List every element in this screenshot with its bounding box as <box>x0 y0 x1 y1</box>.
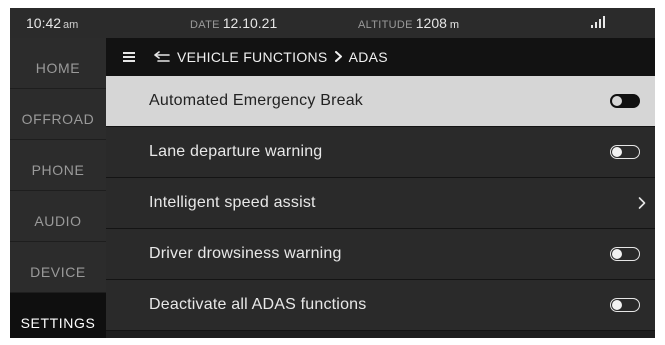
page-header: VEHICLE FUNCTIONS ADAS <box>106 38 655 76</box>
list-item-label: Deactivate all ADAS functions <box>149 296 367 313</box>
sidebar-item-audio[interactable]: AUDIO <box>10 191 106 241</box>
status-bar: 10:42 am DATE 12.10.21 ALTITUDE 1208 m <box>10 8 655 38</box>
toggle-knob <box>612 299 622 310</box>
sidebar-item-label: PHONE <box>31 162 85 178</box>
list-item-label: Automated Emergency Break <box>149 92 363 109</box>
date-readout: DATE 12.10.21 <box>190 15 277 31</box>
toggle-knob <box>612 248 622 259</box>
breadcrumb-parent[interactable]: VEHICLE FUNCTIONS <box>177 49 328 65</box>
date-label: DATE <box>190 19 220 31</box>
list-item-lane-departure-warning[interactable]: Lane departure warning <box>106 127 655 178</box>
sidebar-item-home[interactable]: HOME <box>10 38 106 88</box>
sidebar-item-label: DEVICE <box>30 264 86 280</box>
list-item-label: Lane departure warning <box>149 143 323 160</box>
clock: 10:42 am <box>26 15 78 31</box>
deactivate-all-adas-toggle[interactable] <box>610 298 640 312</box>
clock-time: 10:42 <box>26 15 62 31</box>
sidebar-item-offroad[interactable]: OFFROAD <box>10 89 106 139</box>
breadcrumb-current: ADAS <box>348 49 388 65</box>
breadcrumb: VEHICLE FUNCTIONS ADAS <box>177 49 388 65</box>
sidebar-item-phone[interactable]: PHONE <box>10 140 106 190</box>
sidebar-item-label: HOME <box>35 60 81 76</box>
clock-ampm: am <box>63 19 79 31</box>
toggle-knob <box>612 146 622 157</box>
automated-emergency-break-toggle[interactable] <box>610 94 640 108</box>
list-item-driver-drowsiness-warning[interactable]: Driver drowsiness warning <box>106 229 655 280</box>
list-item-intelligent-speed-assist[interactable]: Intelligent speed assist <box>106 178 655 229</box>
chevron-right-icon <box>638 197 646 209</box>
lane-departure-warning-toggle[interactable] <box>610 145 640 159</box>
sidebar-item-label: OFFROAD <box>21 111 95 127</box>
sidebar-item-settings[interactable]: SETTINGS <box>10 293 106 338</box>
back-arrow-icon[interactable] <box>154 50 170 64</box>
altitude-value: 1208 <box>415 15 447 31</box>
sidebar-item-label: AUDIO <box>34 213 82 229</box>
menu-icon[interactable] <box>123 52 135 62</box>
infotainment-screen: 10:42 am DATE 12.10.21 ALTITUDE 1208 m HOME … <box>10 8 655 338</box>
list-item-deactivate-all-adas[interactable]: Deactivate all ADAS functions <box>106 280 655 331</box>
altitude-readout: ALTITUDE 1208 m <box>358 15 459 31</box>
settings-list: Automated Emergency Break Lane departure… <box>106 76 655 331</box>
date-value: 12.10.21 <box>222 15 278 31</box>
sidebar-item-label: SETTINGS <box>20 315 96 331</box>
signal-bars-icon <box>591 16 605 28</box>
chevron-right-icon <box>334 51 342 62</box>
list-item-label: Intelligent speed assist <box>149 194 316 211</box>
toggle-knob <box>612 95 622 106</box>
sidebar-item-device[interactable]: DEVICE <box>10 242 106 292</box>
sidebar-nav: HOME OFFROAD PHONE AUDIO DEVICE SETTINGS <box>10 38 106 338</box>
list-item-label: Driver drowsiness warning <box>149 245 342 262</box>
altitude-label: ALTITUDE <box>358 19 413 31</box>
driver-drowsiness-warning-toggle[interactable] <box>610 247 640 261</box>
list-item-automated-emergency-break[interactable]: Automated Emergency Break <box>106 76 655 127</box>
altitude-unit: m <box>449 19 460 31</box>
